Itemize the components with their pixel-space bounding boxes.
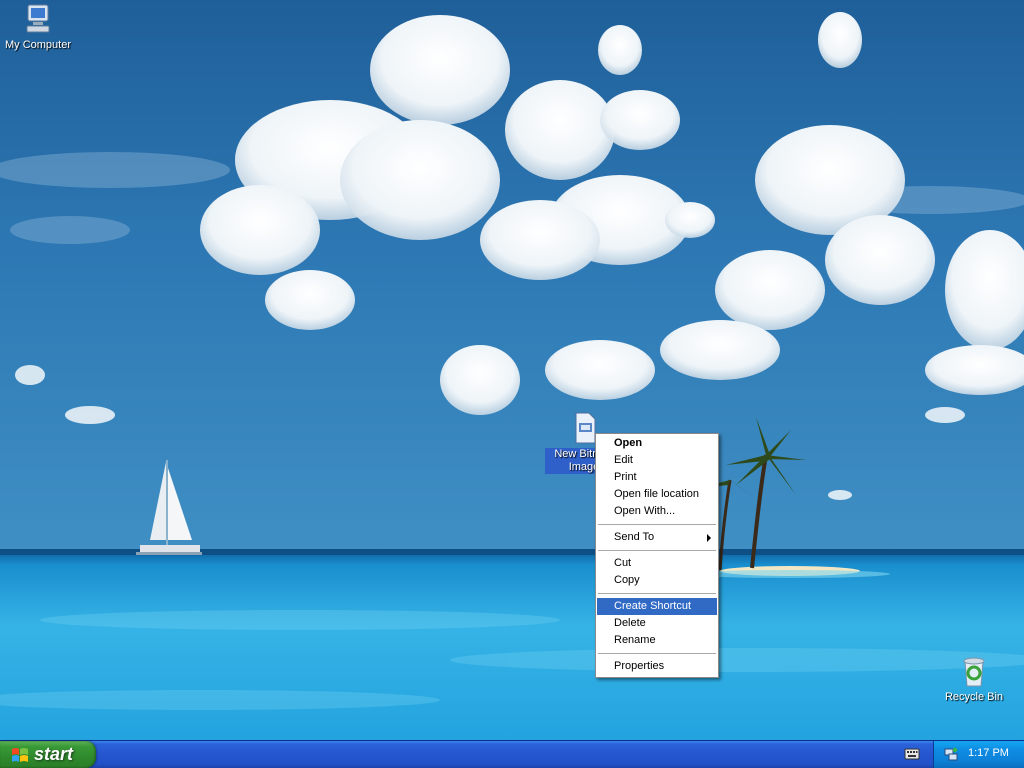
menu-separator — [598, 593, 716, 594]
desktop-icon-label: Recycle Bin — [944, 691, 1004, 703]
keyboard-icon[interactable] — [904, 747, 920, 761]
menu-item-send-to[interactable]: Send To — [597, 529, 717, 546]
menu-separator — [598, 653, 716, 654]
desktop-wallpaper — [0, 0, 1024, 740]
menu-item-open-with[interactable]: Open With... — [597, 503, 717, 520]
recycle-icon — [963, 657, 985, 687]
menu-item-open-file-location[interactable]: Open file location — [597, 486, 717, 503]
menu-separator — [598, 524, 716, 525]
clock[interactable]: 1:17 PM — [968, 747, 1009, 759]
submenu-arrow-icon — [707, 534, 711, 542]
menu-item-rename[interactable]: Rename — [597, 632, 717, 649]
menu-item-open[interactable]: Open — [597, 435, 717, 452]
windows-logo-icon — [12, 748, 28, 762]
desktop-icon-label: My Computer — [4, 39, 72, 51]
start-label: start — [34, 744, 74, 764]
start-button[interactable]: start — [0, 741, 96, 768]
menu-item-edit[interactable]: Edit — [597, 452, 717, 469]
network-icon[interactable] — [943, 746, 959, 762]
computer-icon — [26, 4, 50, 33]
context-menu: Open Edit Print Open file location Open … — [595, 433, 719, 678]
recycle-bin-icon[interactable]: Recycle Bin — [934, 656, 1014, 704]
taskbar: start 1:17 PM — [0, 740, 1024, 768]
menu-separator — [598, 550, 716, 551]
system-tray: 1:17 PM — [933, 741, 1024, 768]
my-computer-icon[interactable]: My Computer — [0, 2, 78, 52]
menu-item-label: Send To — [614, 531, 655, 543]
menu-item-properties[interactable]: Properties — [597, 658, 717, 675]
menu-item-print[interactable]: Print — [597, 469, 717, 486]
menu-item-create-shortcut[interactable]: Create Shortcut — [597, 598, 717, 615]
menu-item-delete[interactable]: Delete — [597, 615, 717, 632]
menu-item-cut[interactable]: Cut — [597, 555, 717, 572]
menu-item-copy[interactable]: Copy — [597, 572, 717, 589]
